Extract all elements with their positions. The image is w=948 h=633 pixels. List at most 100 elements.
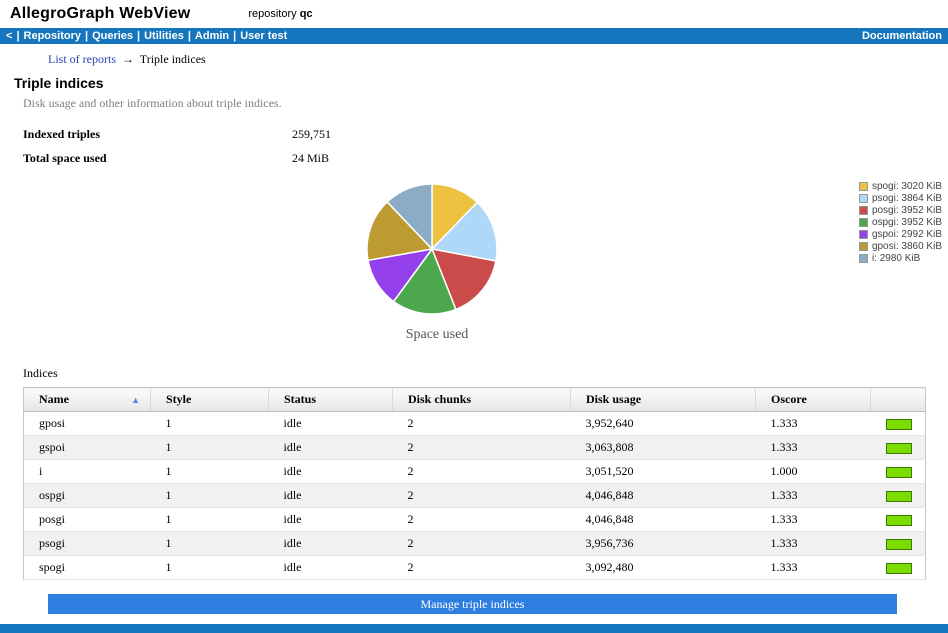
cell-status: idle (269, 436, 393, 460)
table-row[interactable]: ospgi1idle24,046,8481.333 (24, 484, 926, 508)
cell-health (871, 436, 926, 460)
nav-separator: | (233, 30, 236, 42)
cell-disk-chunks: 2 (393, 484, 571, 508)
nav-item-documentation[interactable]: Documentation (862, 30, 942, 42)
cell-style: 1 (151, 532, 269, 556)
legend-item: ospgi: 3952 KiB (859, 217, 942, 228)
cell-health (871, 460, 926, 484)
legend-label: posgi: 3952 KiB (872, 205, 942, 216)
cell-health (871, 412, 926, 436)
nav-item-queries[interactable]: Queries (92, 30, 133, 42)
cell-health (871, 484, 926, 508)
cell-style: 1 (151, 436, 269, 460)
legend-item: i: 2980 KiB (859, 253, 942, 264)
cell-disk-chunks: 2 (393, 556, 571, 580)
cell-disk-chunks: 2 (393, 460, 571, 484)
table-row[interactable]: posgi1idle24,046,8481.333 (24, 508, 926, 532)
page-subtitle: Disk usage and other information about t… (0, 93, 948, 119)
nav-item-repository[interactable]: Repository (24, 30, 81, 42)
pie-legend: spogi: 3020 KiBpsogi: 3864 KiBposgi: 395… (859, 181, 942, 265)
health-bar (886, 419, 912, 430)
cell-name: psogi (24, 532, 151, 556)
column-header-name[interactable]: Name ▲ (24, 388, 151, 412)
column-header-disk-chunks-label: Disk chunks (408, 392, 471, 406)
table-row[interactable]: psogi1idle23,956,7361.333 (24, 532, 926, 556)
health-bar (886, 539, 912, 550)
page-title: Triple indices (0, 72, 948, 93)
nav-item-user-test[interactable]: User test (240, 30, 287, 42)
app-title: AllegroGraph WebView (10, 5, 190, 23)
table-header-row: Name ▲ Style Status Disk chunks Disk usa… (24, 388, 926, 412)
breadcrumb-arrow-icon: → (122, 52, 134, 66)
stat-label: Indexed triples (23, 127, 292, 142)
nav-separator: | (188, 30, 191, 42)
health-bar (886, 563, 912, 574)
column-header-status[interactable]: Status (269, 388, 393, 412)
breadcrumb-list-of-reports[interactable]: List of reports (48, 52, 116, 66)
column-header-disk-usage[interactable]: Disk usage (571, 388, 756, 412)
cell-disk-usage: 3,051,520 (571, 460, 756, 484)
cell-style: 1 (151, 484, 269, 508)
stat-value: 24 MiB (292, 151, 329, 166)
cell-style: 1 (151, 460, 269, 484)
chart-section: Space used spogi: 3020 KiBpsogi: 3864 Ki… (0, 179, 948, 354)
nav-item-utilities[interactable]: Utilities (144, 30, 184, 42)
pie-chart (362, 179, 502, 319)
breadcrumb: List of reports → Triple indices (0, 44, 948, 72)
nav-separator: | (16, 30, 19, 42)
cell-oscore: 1.333 (756, 508, 871, 532)
stat-label: Total space used (23, 151, 292, 166)
cell-status: idle (269, 484, 393, 508)
cell-health (871, 532, 926, 556)
nav-back-icon[interactable]: < (6, 30, 12, 42)
column-header-style[interactable]: Style (151, 388, 269, 412)
cell-name: i (24, 460, 151, 484)
cell-disk-usage: 3,092,480 (571, 556, 756, 580)
health-bar (886, 515, 912, 526)
health-bar (886, 491, 912, 502)
nav-item-admin[interactable]: Admin (195, 30, 229, 42)
pie-caption: Space used (362, 327, 512, 343)
top-header: AllegroGraph WebView repository qc (0, 0, 948, 28)
table-row[interactable]: gspoi1idle23,063,8081.333 (24, 436, 926, 460)
legend-item: gposi: 3860 KiB (859, 241, 942, 252)
legend-swatch (859, 194, 868, 203)
legend-item: spogi: 3020 KiB (859, 181, 942, 192)
column-header-disk-chunks[interactable]: Disk chunks (393, 388, 571, 412)
nav-separator: | (137, 30, 140, 42)
table-row[interactable]: i1idle23,051,5201.000 (24, 460, 926, 484)
footer-bar (0, 624, 948, 633)
legend-swatch (859, 242, 868, 251)
cell-status: idle (269, 412, 393, 436)
cell-style: 1 (151, 556, 269, 580)
manage-triple-indices-button[interactable]: Manage triple indices (48, 594, 897, 614)
repository-name[interactable]: qc (300, 8, 313, 20)
cell-oscore: 1.333 (756, 436, 871, 460)
column-header-health (871, 388, 926, 412)
cell-health (871, 556, 926, 580)
cell-name: ospgi (24, 484, 151, 508)
cell-oscore: 1.333 (756, 532, 871, 556)
legend-label: psogi: 3864 KiB (872, 193, 942, 204)
column-header-oscore[interactable]: Oscore (756, 388, 871, 412)
cell-status: idle (269, 556, 393, 580)
legend-item: psogi: 3864 KiB (859, 193, 942, 204)
repository-label: repository (248, 8, 296, 20)
table-row[interactable]: spogi1idle23,092,4801.333 (24, 556, 926, 580)
legend-label: gspoi: 2992 KiB (872, 229, 942, 240)
legend-label: gposi: 3860 KiB (872, 241, 942, 252)
column-header-style-label: Style (166, 392, 191, 406)
bottom-gap (0, 614, 948, 624)
legend-item: gspoi: 2992 KiB (859, 229, 942, 240)
legend-label: spogi: 3020 KiB (872, 181, 942, 192)
sort-ascending-icon[interactable]: ▲ (131, 395, 140, 405)
cell-name: posgi (24, 508, 151, 532)
table-row[interactable]: gposi1idle23,952,6401.333 (24, 412, 926, 436)
column-header-oscore-label: Oscore (771, 392, 807, 406)
cell-status: idle (269, 508, 393, 532)
cell-oscore: 1.000 (756, 460, 871, 484)
nav-separator: | (85, 30, 88, 42)
cell-disk-chunks: 2 (393, 508, 571, 532)
cell-disk-chunks: 2 (393, 532, 571, 556)
legend-swatch (859, 254, 868, 263)
